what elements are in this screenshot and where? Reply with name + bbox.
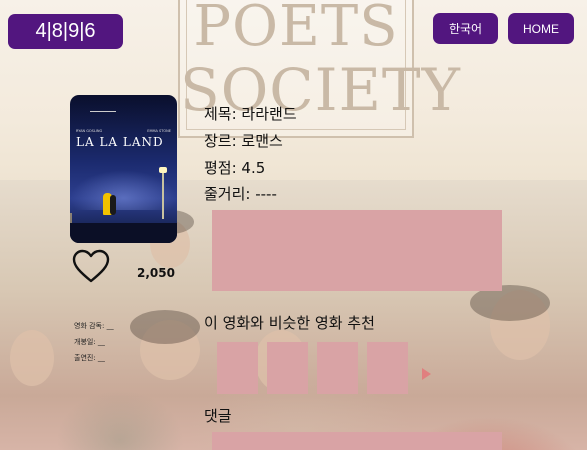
like-count: 2,050 <box>137 266 175 280</box>
site-logo[interactable]: 4|8|9|6 <box>8 14 123 49</box>
background-sign-line1: POETS <box>193 0 399 59</box>
director-label: 영화 감독: __ <box>74 322 114 330</box>
movie-title: 제목: 라라랜드 <box>204 105 297 123</box>
comments-box[interactable] <box>212 432 502 450</box>
poster-actor-left: RYAN GOSLING <box>76 129 103 133</box>
movie-rating: 평점: 4.5 <box>204 159 266 177</box>
comments-title: 댓글 <box>204 407 232 425</box>
home-button[interactable]: HOME <box>508 13 574 44</box>
poster-sky <box>70 170 177 210</box>
crowd-hair <box>130 310 200 344</box>
crowd-face <box>10 330 54 386</box>
poster-tagline-line <box>90 111 116 112</box>
recommended-movie-card[interactable] <box>217 342 258 394</box>
release-date-label: 개봉일: __ <box>74 338 105 346</box>
poster-cast: RYAN GOSLING EMMA STONE <box>76 129 171 133</box>
recommended-movie-card[interactable] <box>267 342 308 394</box>
poster-dancer <box>110 195 116 215</box>
next-arrow-icon[interactable] <box>422 368 431 380</box>
heart-icon[interactable] <box>72 249 110 283</box>
movie-genre: 장르: 로맨스 <box>204 132 283 150</box>
poster-ground <box>70 223 177 243</box>
movie-plot: 줄거리: ---- <box>204 185 277 203</box>
poster-actor-right: EMMA STONE <box>147 129 171 133</box>
recommend-title: 이 영화와 비슷한 영화 추천 <box>204 314 375 332</box>
poster-title: LA LA LAND <box>76 135 164 149</box>
poster-lamp-post <box>162 169 164 219</box>
language-button[interactable]: 한국어 <box>433 13 498 44</box>
recommended-movie-card[interactable] <box>367 342 408 394</box>
recommended-movie-card[interactable] <box>317 342 358 394</box>
movie-poster: RYAN GOSLING EMMA STONE LA LA LAND <box>70 95 177 243</box>
poster-lamp-light <box>159 167 167 173</box>
cast-label: 출연진: __ <box>74 354 105 362</box>
plot-content-box <box>212 210 502 291</box>
